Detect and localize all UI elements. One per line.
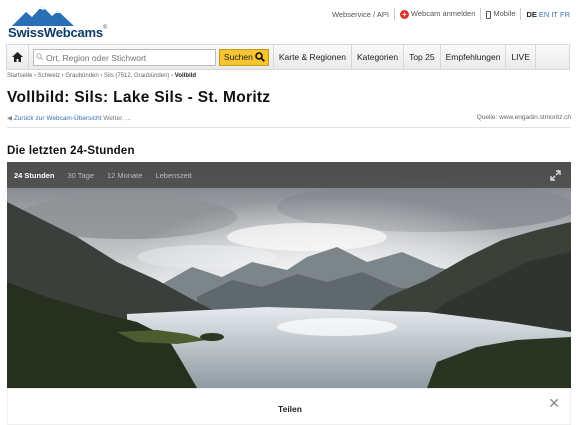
top-bar: SwissWebcams® Webservice / API + Webcam a… [0,0,580,44]
nav-live[interactable]: LIVE [506,45,536,69]
divider [520,8,522,20]
tab-24-hours[interactable]: 24 Stunden [14,171,54,180]
mobile-link[interactable]: Mobile [486,9,515,19]
nav-categories[interactable]: Kategorien [352,45,405,69]
webcam-viewer[interactable]: 24 Stunden 30 Tage 12 Monate Lebenszeit [7,162,571,388]
back-arrow-icon: ◀ [7,115,12,122]
tab-12-months[interactable]: 12 Monate [107,171,142,180]
back-to-overview-link[interactable]: Zurück zur Webcam-Übersicht [14,115,102,122]
search-area: Suchen [29,45,274,69]
viewer-tabs: 24 Stunden 30 Tage 12 Monate Lebenszeit [7,162,571,188]
search-icon [36,53,43,60]
nav-map-regions[interactable]: Karte & Regionen [274,45,352,69]
nav-top25[interactable]: Top 25 [404,45,441,69]
mobile-phone-icon [486,10,492,19]
weather-link[interactable]: Wetter, ... [103,115,131,122]
breadcrumb-current: Vollbild [174,73,196,79]
back-row: ◀ Zurück zur Webcam-Übersicht Wetter, ..… [7,114,571,125]
divider [393,8,395,20]
close-icon[interactable]: ✕ [548,395,560,412]
nav-recommendations[interactable]: Empfehlungen [441,45,507,69]
webcam-image [7,162,571,388]
search-button[interactable]: Suchen [219,48,269,66]
search-button-label: Suchen [224,52,253,62]
breadcrumb: Startseite › Schweiz › Graubünden › Sils… [7,73,196,79]
top-links: Webservice / API + Webcam anmelden Mobile… [332,7,572,21]
main-nav: Suchen Karte & Regionen Kategorien Top 2… [6,44,570,70]
webservice-link[interactable]: Webservice / API [332,10,389,19]
divider [480,8,482,20]
source-link[interactable]: Quelle: www.engadin.stmoritz.ch [477,114,571,121]
divider [7,127,571,128]
tab-lifetime[interactable]: Lebenszeit [155,171,191,180]
page-title: Vollbild: Sils: Lake Sils - St. Moritz [7,89,271,106]
register-webcam-link[interactable]: + Webcam anmelden [399,9,475,19]
home-button[interactable] [7,45,29,69]
lang-en[interactable]: EN [539,10,549,19]
logo-text: SwissWebcams® [8,25,108,40]
home-icon [12,52,23,62]
search-input[interactable] [33,49,216,67]
tab-30-days[interactable]: 30 Tage [67,171,94,180]
site-logo[interactable]: SwissWebcams® [6,4,107,40]
plus-icon: + [399,9,409,19]
section-title: Die letzten 24-Stunden [7,145,135,157]
fullscreen-icon[interactable] [550,170,561,181]
share-bar: Teilen ✕ [7,388,571,425]
lang-de[interactable]: DE [526,10,536,19]
lang-it[interactable]: IT [551,10,558,19]
magnifier-icon [255,52,265,62]
share-button[interactable]: Teilen [8,404,572,414]
mountain-logo-icon [12,6,74,26]
lang-fr[interactable]: FR [560,10,570,19]
breadcrumb-path[interactable]: Startseite › Schweiz › Graubünden › Sils… [7,73,173,79]
